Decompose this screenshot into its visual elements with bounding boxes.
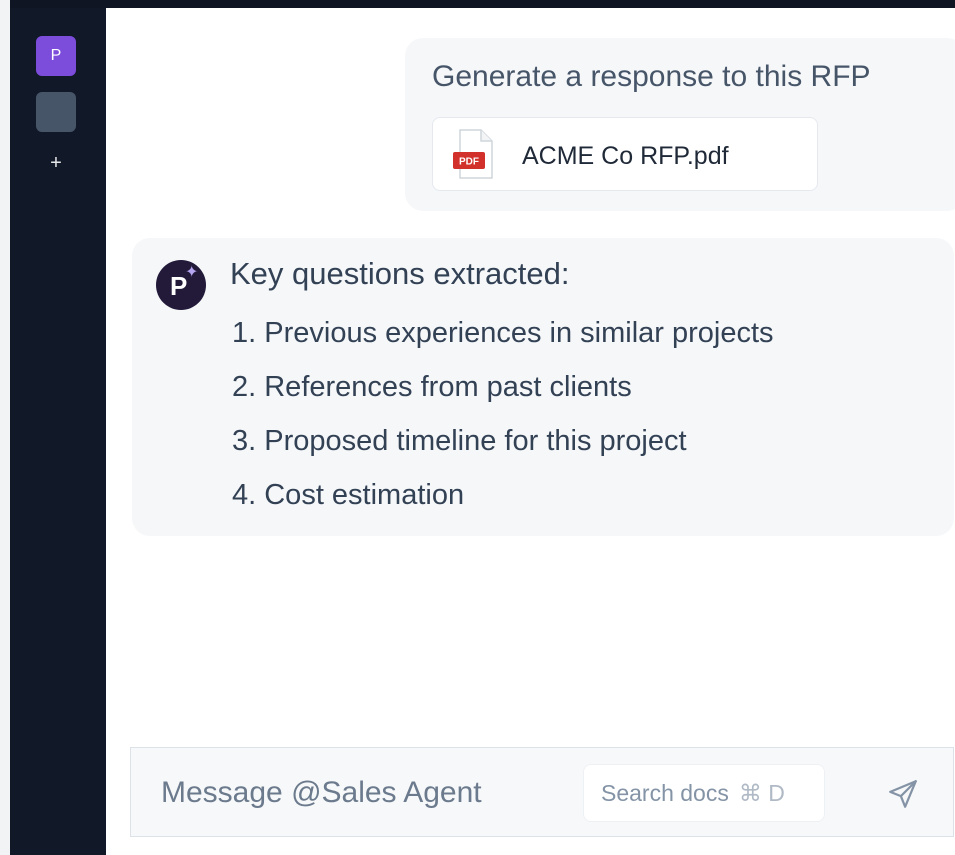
search-docs-button[interactable]: Search docs ⌘ D (583, 764, 825, 822)
workspace-icon-p[interactable]: P (36, 36, 76, 76)
sparkle-icon: ✦ (185, 264, 199, 281)
attachment-filename[interactable]: ACME Co RFP.pdf (522, 142, 729, 171)
pdf-file-icon: PDF (453, 129, 493, 179)
add-workspace-button[interactable]: + (36, 148, 76, 178)
user-message: Generate a response to this RFP PDF ACME… (405, 38, 955, 211)
send-button[interactable] (883, 774, 923, 814)
answer-list: 1. Previous experiences in similar proje… (232, 312, 774, 528)
attachment-card[interactable]: PDF ACME Co RFP.pdf (432, 117, 818, 191)
assistant-avatar: P ✦ (156, 260, 206, 310)
send-icon (889, 780, 917, 808)
pdf-badge-label: PDF (459, 157, 479, 168)
message-composer: Search docs ⌘ D (130, 747, 954, 837)
workspace-icon-secondary[interactable] (36, 92, 76, 132)
answer-heading: Key questions extracted: (230, 256, 570, 291)
chat-main: Generate a response to this RFP PDF ACME… (106, 8, 955, 855)
assistant-message: P ✦ Key questions extracted: 1. Previous… (132, 238, 954, 536)
search-docs-shortcut: ⌘ D (738, 779, 785, 806)
list-item: 3. Proposed timeline for this project (232, 425, 687, 457)
user-message-text: Generate a response to this RFP (432, 60, 871, 93)
list-item: 1. Previous experiences in similar proje… (232, 317, 774, 349)
top-bar (10, 0, 955, 8)
search-docs-label: Search docs (601, 779, 729, 806)
window-edge (0, 0, 10, 855)
list-item: 4. Cost estimation (232, 479, 465, 511)
workspace-sidebar: P + (10, 8, 106, 855)
list-item: 2. References from past clients (232, 371, 632, 403)
message-input[interactable] (161, 770, 561, 816)
